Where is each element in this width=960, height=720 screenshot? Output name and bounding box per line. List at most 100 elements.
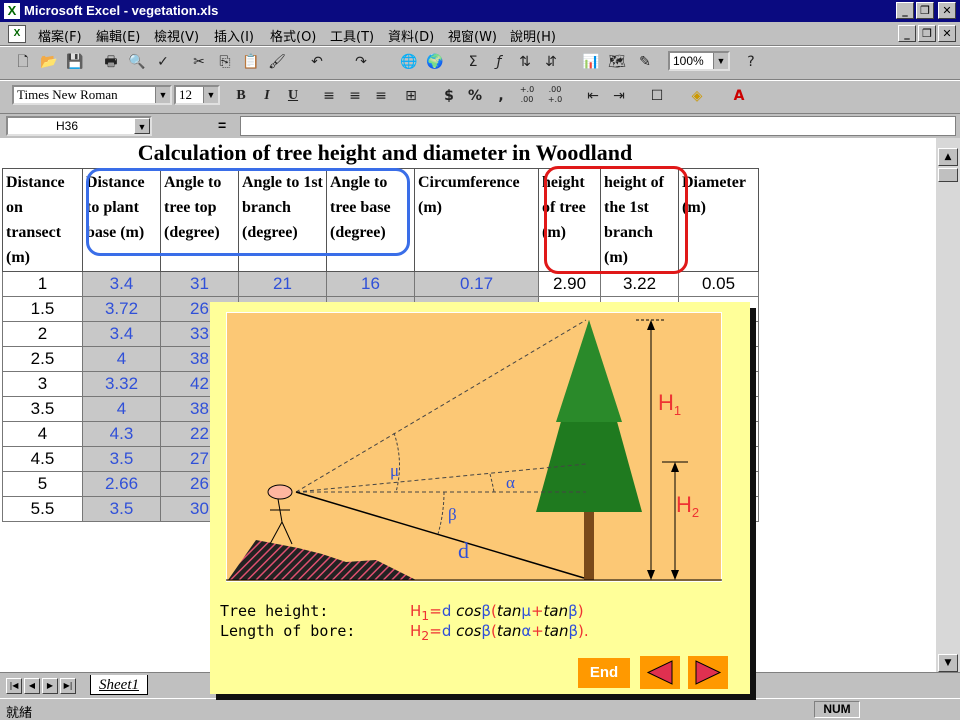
restore-button[interactable]: ❐ bbox=[916, 2, 934, 19]
italic-button[interactable]: I bbox=[256, 85, 278, 107]
end-button[interactable]: End bbox=[578, 658, 630, 688]
scroll-up-icon[interactable]: ▲ bbox=[938, 148, 958, 166]
close-button[interactable]: ✕ bbox=[938, 2, 956, 19]
table-cell[interactable]: 4 bbox=[82, 396, 161, 422]
table-cell[interactable]: 5 bbox=[2, 471, 83, 497]
merge-center-icon[interactable]: ⊞ bbox=[400, 85, 422, 107]
doc-close-button[interactable]: ✕ bbox=[938, 25, 956, 42]
format-painter-icon[interactable]: 🖌 bbox=[266, 51, 288, 73]
table-cell[interactable]: 3 bbox=[2, 371, 83, 397]
menu-window[interactable]: 視窗(W) bbox=[448, 26, 497, 45]
table-cell[interactable]: 3.4 bbox=[82, 271, 161, 297]
col-header[interactable]: Distance on transect (m) bbox=[2, 168, 83, 272]
comma-button[interactable]: , bbox=[490, 85, 512, 107]
spelling-icon[interactable]: ✓ bbox=[152, 51, 174, 73]
vertical-scrollbar[interactable]: ▲ ▼ bbox=[936, 138, 960, 672]
undo-icon[interactable]: ↶ bbox=[306, 51, 328, 73]
workbook-icon[interactable]: X bbox=[8, 25, 26, 43]
hyperlink-icon[interactable]: 🌐 bbox=[398, 51, 420, 73]
office-assistant-icon[interactable]: ? bbox=[740, 51, 762, 73]
chevron-down-icon[interactable]: ▼ bbox=[203, 87, 218, 103]
table-cell[interactable]: 4 bbox=[2, 421, 83, 447]
zoom-select[interactable]: 100% ▼ bbox=[668, 51, 730, 71]
excel-icon[interactable]: X bbox=[4, 3, 20, 19]
col-header[interactable]: Circumference (m) bbox=[414, 168, 539, 272]
increase-indent-icon[interactable]: ⇥ bbox=[608, 85, 630, 107]
underline-button[interactable]: U bbox=[282, 85, 304, 107]
name-box[interactable]: H36 ▼ bbox=[6, 116, 152, 136]
table-cell[interactable]: 1 bbox=[2, 271, 83, 297]
chart-wizard-icon[interactable]: 📊 bbox=[580, 51, 602, 73]
menu-view[interactable]: 檢視(V) bbox=[154, 26, 199, 45]
table-cell[interactable]: 31 bbox=[160, 271, 239, 297]
align-right-icon[interactable]: ≡ bbox=[370, 85, 392, 107]
menu-format[interactable]: 格式(O) bbox=[270, 26, 316, 45]
drawing-icon[interactable]: ✎ bbox=[634, 51, 656, 73]
copy-icon[interactable]: ⎘ bbox=[214, 51, 236, 73]
font-name-select[interactable]: Times New Roman ▼ bbox=[12, 85, 172, 105]
formula-equals[interactable]: = bbox=[218, 117, 226, 133]
table-cell[interactable]: 5.5 bbox=[2, 496, 83, 522]
table-cell[interactable]: 21 bbox=[238, 271, 327, 297]
doc-minimize-button[interactable]: _ bbox=[898, 25, 916, 42]
bold-button[interactable]: B bbox=[230, 85, 252, 107]
currency-button[interactable]: $ bbox=[438, 85, 460, 107]
menu-insert[interactable]: 插入(I) bbox=[214, 26, 254, 45]
next-button[interactable] bbox=[688, 656, 728, 689]
doc-restore-button[interactable]: ❐ bbox=[918, 25, 936, 42]
fill-color-icon[interactable]: ◈ bbox=[686, 85, 708, 107]
font-size-select[interactable]: 12 ▼ bbox=[174, 85, 220, 105]
menu-tools[interactable]: 工具(T) bbox=[330, 26, 374, 45]
table-cell[interactable]: 2.66 bbox=[82, 471, 161, 497]
scroll-thumb[interactable] bbox=[938, 168, 958, 182]
prev-sheet-icon[interactable]: ◀ bbox=[24, 678, 40, 694]
web-toolbar-icon[interactable]: 🌍 bbox=[424, 51, 446, 73]
menu-edit[interactable]: 編輯(E) bbox=[96, 26, 140, 45]
percent-button[interactable]: % bbox=[464, 85, 486, 107]
table-cell[interactable]: 4.3 bbox=[82, 421, 161, 447]
menu-data[interactable]: 資料(D) bbox=[388, 26, 434, 45]
paste-icon[interactable]: 📋 bbox=[240, 51, 262, 73]
font-color-icon[interactable]: A bbox=[728, 85, 750, 107]
print-icon[interactable]: 🖶 bbox=[100, 51, 122, 73]
tab-sheet1[interactable]: Sheet1 bbox=[90, 675, 148, 695]
chevron-down-icon[interactable]: ▼ bbox=[155, 87, 170, 103]
table-cell[interactable]: 3.5 bbox=[82, 496, 161, 522]
table-cell[interactable]: 3.5 bbox=[82, 446, 161, 472]
chevron-down-icon[interactable]: ▼ bbox=[713, 53, 728, 69]
function-icon[interactable]: ƒ bbox=[488, 51, 510, 73]
save-icon[interactable]: 💾 bbox=[64, 51, 86, 73]
minimize-button[interactable]: _ bbox=[896, 2, 914, 19]
autosum-icon[interactable]: Σ bbox=[462, 51, 484, 73]
table-cell[interactable]: 4 bbox=[82, 346, 161, 372]
sort-descending-icon[interactable]: ⇵ bbox=[540, 51, 562, 73]
decrease-indent-icon[interactable]: ⇤ bbox=[582, 85, 604, 107]
table-cell[interactable]: 2.5 bbox=[2, 346, 83, 372]
first-sheet-icon[interactable]: |◀ bbox=[6, 678, 22, 694]
menu-help[interactable]: 說明(H) bbox=[510, 26, 556, 45]
previous-button[interactable] bbox=[640, 656, 680, 689]
table-cell[interactable]: 2.90 bbox=[538, 271, 601, 297]
table-cell[interactable]: 16 bbox=[326, 271, 415, 297]
sort-ascending-icon[interactable]: ⇅ bbox=[514, 51, 536, 73]
table-cell[interactable]: 3.4 bbox=[82, 321, 161, 347]
decrease-decimal-button[interactable]: .00 +.0 bbox=[544, 85, 566, 107]
scroll-down-icon[interactable]: ▼ bbox=[938, 654, 958, 672]
print-preview-icon[interactable]: 🔍 bbox=[126, 51, 148, 73]
col-header[interactable]: Diameter (m) bbox=[678, 168, 759, 272]
last-sheet-icon[interactable]: ▶| bbox=[60, 678, 76, 694]
map-icon[interactable]: 🗺 bbox=[606, 51, 628, 73]
table-cell[interactable]: 1.5 bbox=[2, 296, 83, 322]
table-cell[interactable]: 3.22 bbox=[600, 271, 679, 297]
open-icon[interactable]: 📂 bbox=[38, 51, 60, 73]
new-icon[interactable]: 🗋 bbox=[12, 51, 34, 73]
menu-file[interactable]: 檔案(F) bbox=[38, 26, 82, 45]
align-center-icon[interactable]: ≡ bbox=[344, 85, 366, 107]
formula-input[interactable] bbox=[240, 116, 956, 136]
table-cell[interactable]: 0.05 bbox=[678, 271, 759, 297]
table-cell[interactable]: 2 bbox=[2, 321, 83, 347]
increase-decimal-button[interactable]: +.0 .00 bbox=[516, 85, 538, 107]
table-cell[interactable]: 3.72 bbox=[82, 296, 161, 322]
align-left-icon[interactable]: ≡ bbox=[318, 85, 340, 107]
table-cell[interactable]: 4.5 bbox=[2, 446, 83, 472]
